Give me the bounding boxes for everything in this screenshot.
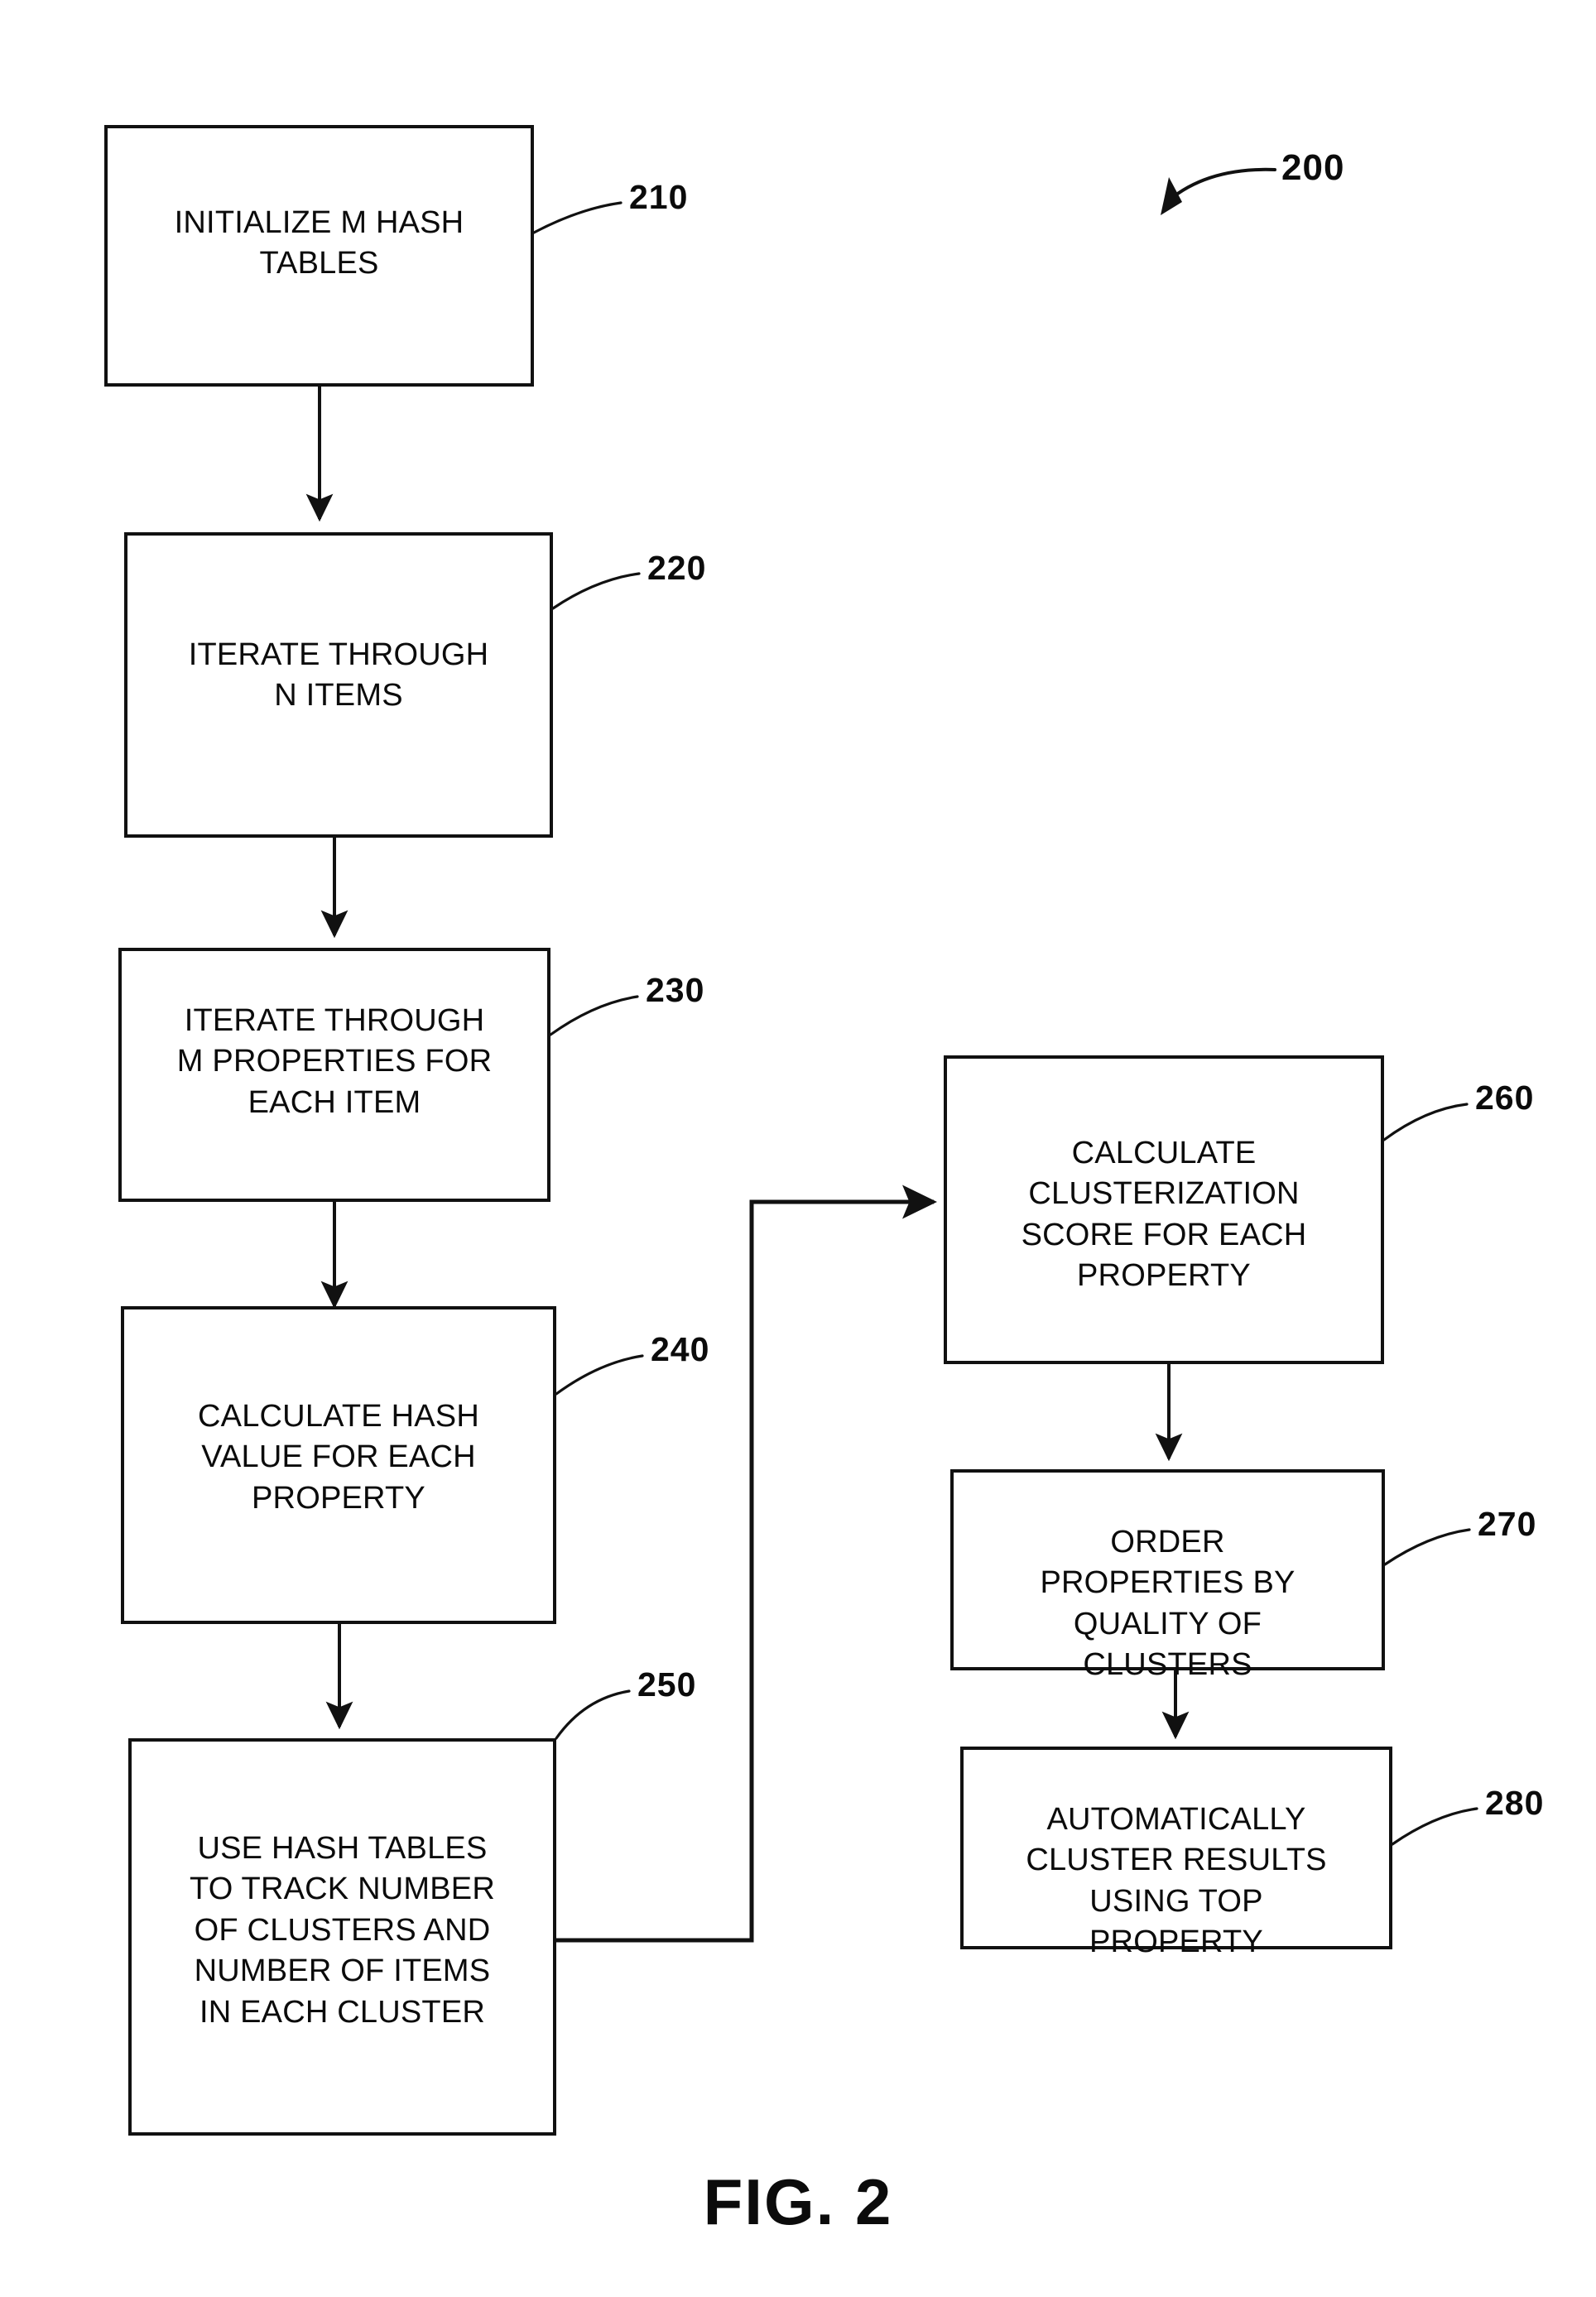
process-box-280[interactable]: AUTOMATICALLY CLUSTER RESULTS USING TOP … [960, 1747, 1392, 1959]
reference-numeral-230: 230 [646, 971, 705, 1009]
process-box-270-label: ORDER PROPERTIES BY QUALITY OF CLUSTERS [1040, 1525, 1296, 1683]
process-box-240-label: CALCULATE HASH VALUE FOR EACH PROPERTY [198, 1399, 479, 1516]
process-box-250-label: USE HASH TABLES TO TRACK NUMBER OF CLUST… [190, 1831, 495, 2030]
reference-numeral-200: 200 [1281, 147, 1345, 188]
edge-250-260 [556, 1185, 938, 1943]
process-box-230[interactable]: ITERATE THROUGH M PROPERTIES FOR EACH IT… [118, 948, 550, 1202]
process-box-260-label: CALCULATE CLUSTERIZATION SCORE FOR EACH … [1021, 1136, 1307, 1294]
reference-numeral-270: 270 [1478, 1505, 1537, 1543]
process-box-220[interactable]: ITERATE THROUGH N ITEMS [124, 532, 553, 838]
patent-figure-page: INITIALIZE M HASH TABLES 210 ITERATE THR… [0, 0, 1596, 2297]
leader-240 [555, 1354, 644, 1396]
process-box-210[interactable]: INITIALIZE M HASH TABLES [104, 125, 534, 387]
figure-caption: FIG. 2 [703, 2165, 893, 2238]
reference-numeral-240: 240 [651, 1330, 710, 1368]
process-box-280-label: AUTOMATICALLY CLUSTER RESULTS USING TOP … [1026, 1802, 1327, 1960]
process-box-210-label: INITIALIZE M HASH TABLES [174, 205, 464, 281]
reference-numeral-260: 260 [1475, 1079, 1535, 1117]
leader-260 [1382, 1103, 1469, 1141]
reference-numeral-250: 250 [637, 1665, 697, 1704]
reference-numeral-280: 280 [1485, 1784, 1545, 1822]
leader-280 [1391, 1807, 1478, 1846]
process-box-240[interactable]: CALCULATE HASH VALUE FOR EACH PROPERTY [121, 1306, 556, 1624]
process-box-260[interactable]: CALCULATE CLUSTERIZATION SCORE FOR EACH … [944, 1055, 1384, 1364]
arrowhead-200 [1161, 177, 1182, 215]
reference-numeral-210: 210 [629, 178, 689, 216]
process-box-230-label: ITERATE THROUGH M PROPERTIES FOR EACH IT… [176, 1003, 493, 1120]
leader-220 [551, 572, 641, 610]
leader-230 [549, 995, 639, 1036]
leader-250 [555, 1689, 631, 1740]
reference-numeral-220: 220 [647, 549, 707, 587]
process-box-250[interactable]: USE HASH TABLES TO TRACK NUMBER OF CLUST… [128, 1738, 556, 2136]
leader-200 [1167, 167, 1276, 202]
process-box-220-label: ITERATE THROUGH N ITEMS [188, 637, 489, 714]
leader-270 [1383, 1528, 1471, 1566]
process-box-270[interactable]: ORDER PROPERTIES BY QUALITY OF CLUSTERS [950, 1469, 1385, 1682]
leader-210 [532, 201, 623, 234]
